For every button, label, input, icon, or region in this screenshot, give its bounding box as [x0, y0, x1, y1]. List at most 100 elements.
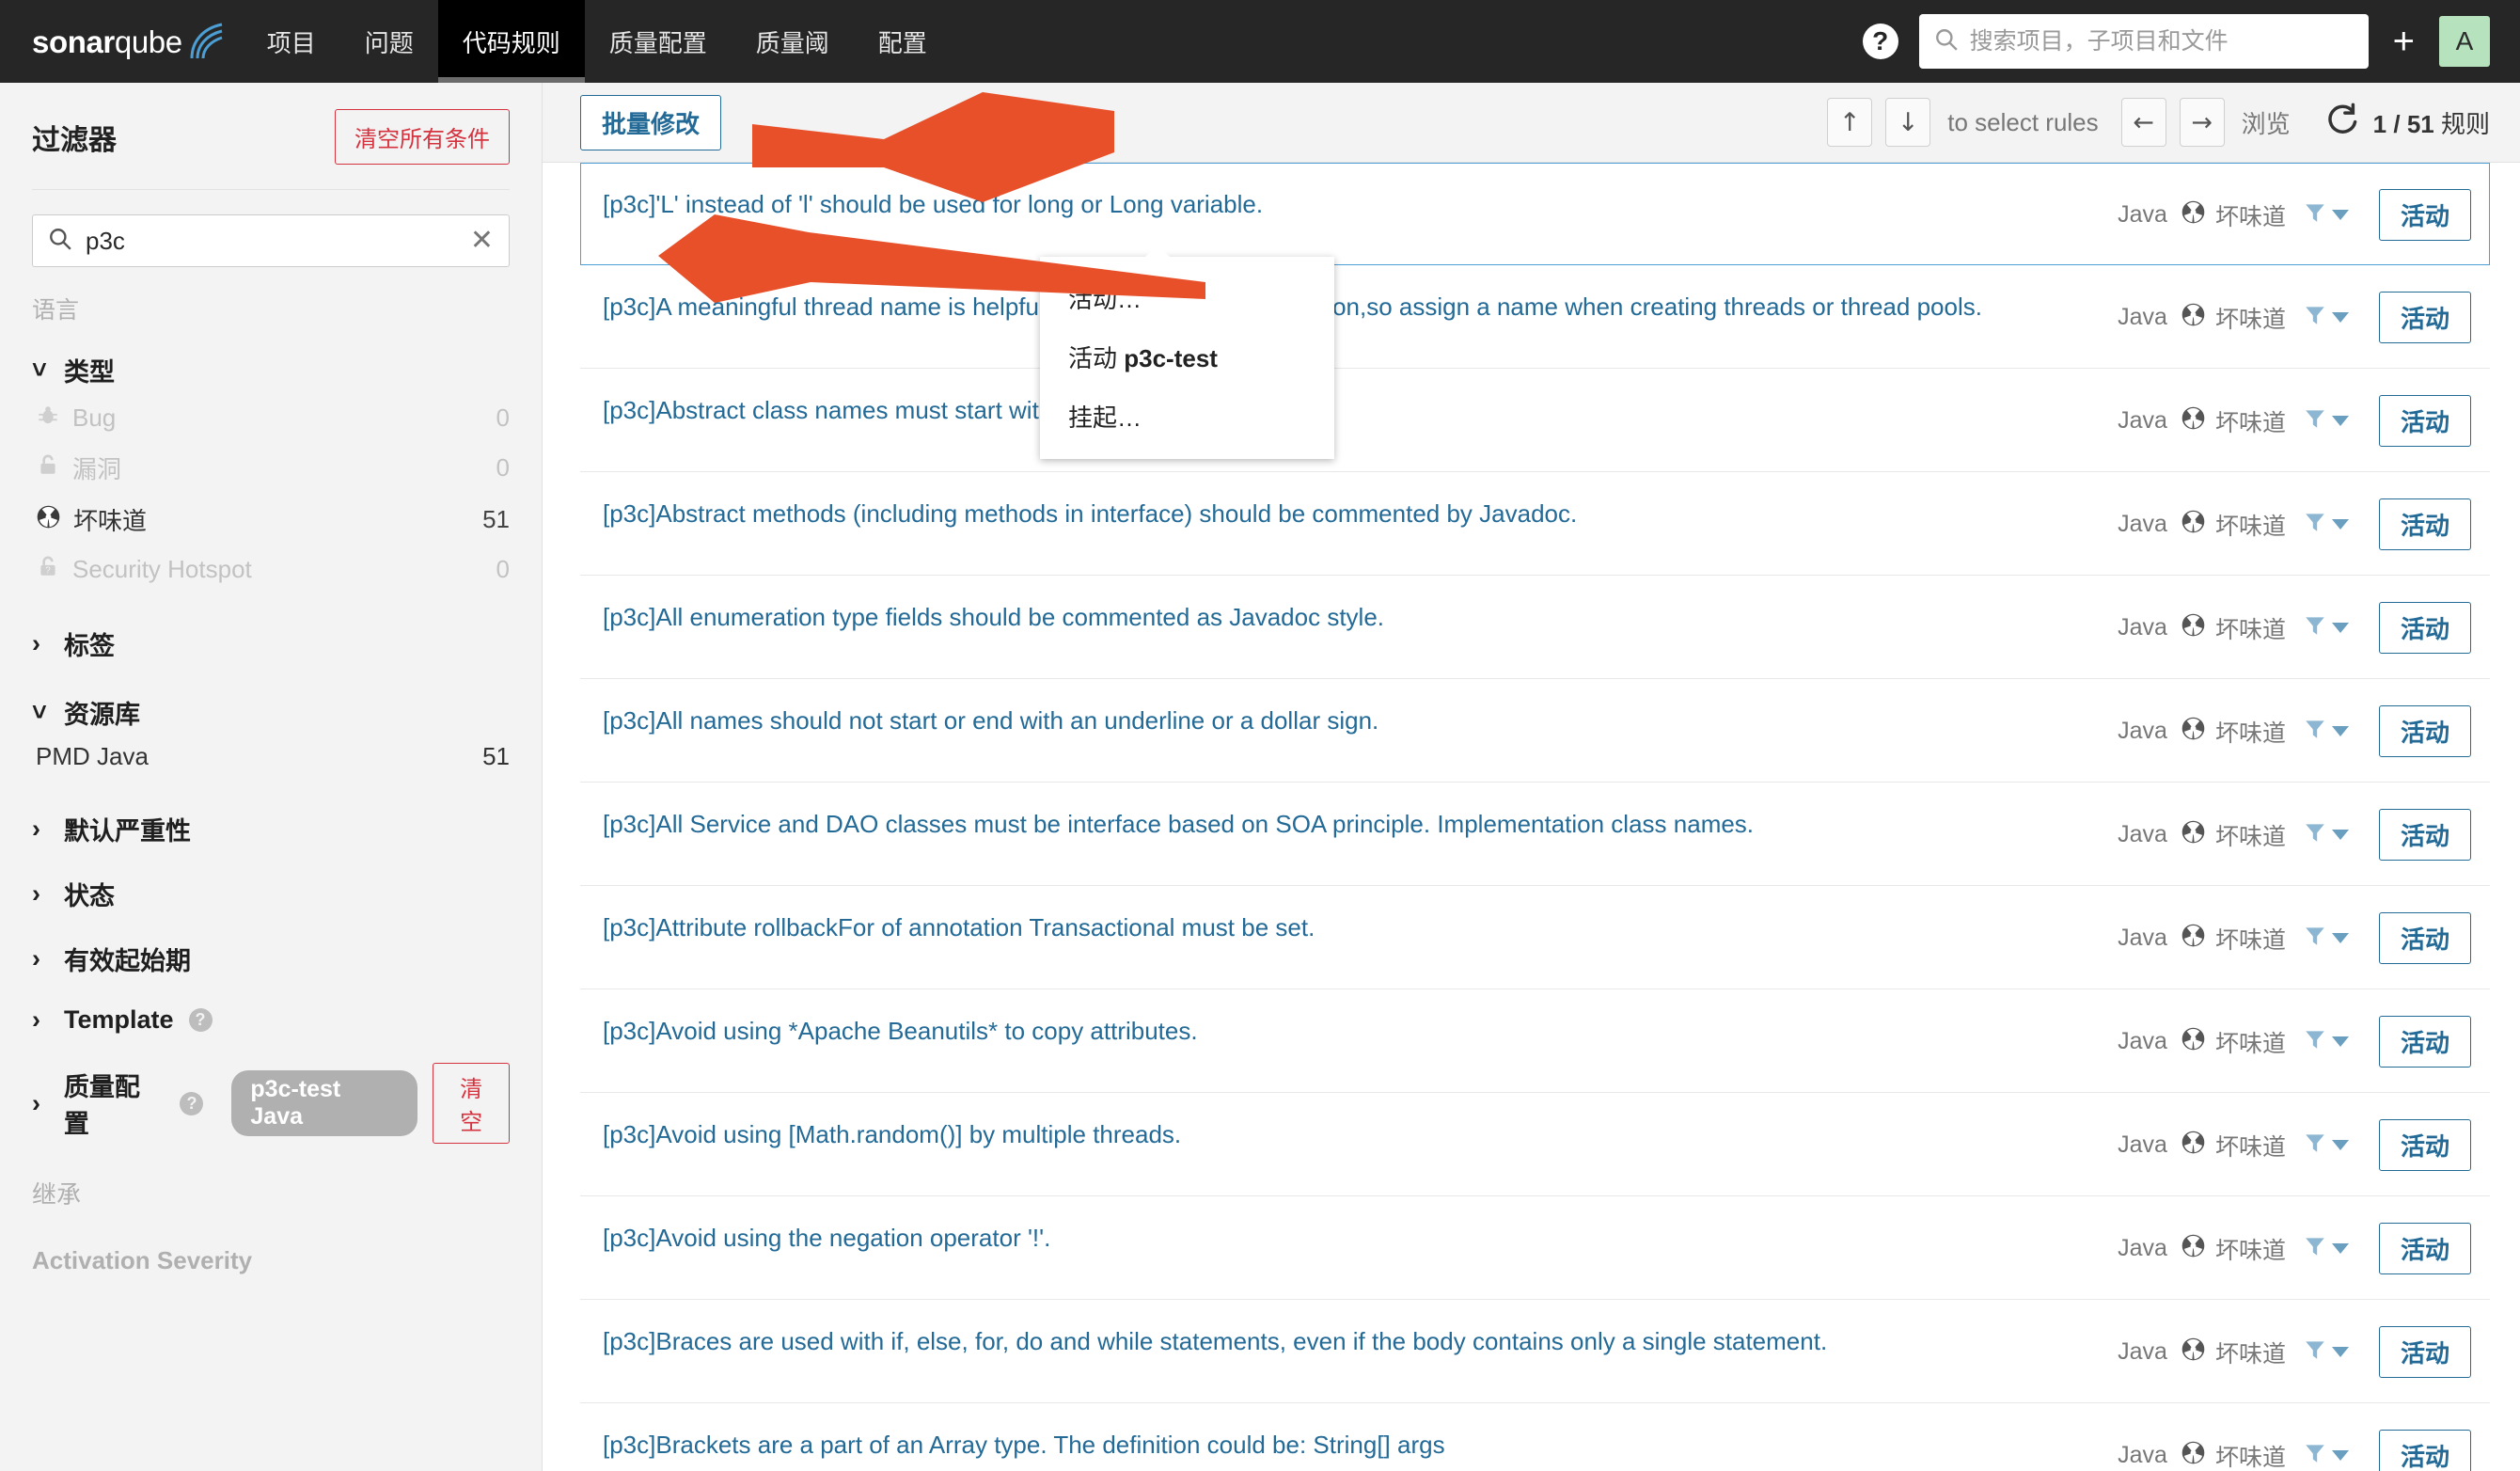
facet-item-vulnerability[interactable]: 漏洞 0 [32, 442, 510, 494]
activate-rule-button[interactable]: 活动 [2379, 395, 2471, 447]
rule-row[interactable]: [p3c]All names should not start or end w… [580, 679, 2490, 783]
rule-row[interactable]: [p3c]'L' instead of 'l' should be used f… [580, 163, 2490, 265]
activate-rule-button[interactable]: 活动 [2379, 809, 2471, 861]
clear-all-filters-button[interactable]: 清空所有条件 [335, 109, 510, 165]
rule-filter-dropdown[interactable] [2303, 1234, 2349, 1263]
rule-title-link[interactable]: [p3c]Avoid using *Apache Beanutils* to c… [603, 1014, 2118, 1049]
facet-header-template[interactable]: › Template ? [32, 1005, 510, 1035]
facet-header-default-severity[interactable]: › 默认严重性 [32, 811, 510, 847]
facet-header-tags[interactable]: › 标签 [32, 625, 510, 662]
activate-rule-button[interactable]: 活动 [2379, 1119, 2471, 1171]
clear-quality-profile-button[interactable]: 清空 [433, 1063, 510, 1144]
key-left-icon[interactable]: ← [2121, 98, 2166, 147]
menu-item-activate-p3c-test[interactable]: 活动 p3c-test [1040, 327, 1334, 387]
rule-filter-dropdown[interactable] [2303, 613, 2349, 642]
rules-search-input[interactable] [84, 226, 459, 257]
rule-filter-dropdown[interactable] [2303, 1337, 2349, 1367]
key-right-icon[interactable]: → [2180, 98, 2225, 147]
rule-row[interactable]: [p3c]Attribute rollbackFor of annotation… [580, 886, 2490, 989]
rule-filter-dropdown[interactable] [2303, 1441, 2349, 1470]
rule-type: 坏味道 [2181, 1439, 2286, 1471]
key-down-icon[interactable]: ↓ [1885, 98, 1930, 147]
rule-filter-dropdown[interactable] [2303, 717, 2349, 746]
rule-row[interactable]: [p3c]Abstract methods (including methods… [580, 472, 2490, 576]
activate-rule-button[interactable]: 活动 [2379, 705, 2471, 757]
global-search-input[interactable] [1968, 27, 2354, 56]
rule-filter-dropdown[interactable] [2303, 510, 2349, 539]
nav-item-rules[interactable]: 代码规则 [438, 0, 585, 83]
activate-rule-button[interactable]: 活动 [2379, 912, 2471, 964]
facet-item-security-hotspot[interactable]: ? Security Hotspot 0 [32, 546, 510, 593]
facet-item-bug[interactable]: Bug 0 [32, 394, 510, 442]
rule-filter-dropdown[interactable] [2303, 1027, 2349, 1056]
facet-header-type[interactable]: ˅ 类型 [32, 352, 510, 388]
rule-row[interactable]: [p3c]Brackets are a part of an Array typ… [580, 1403, 2490, 1471]
rule-filter-dropdown[interactable] [2303, 200, 2349, 229]
bulk-change-button[interactable]: 批量修改 [580, 95, 721, 150]
user-avatar[interactable]: A [2439, 16, 2490, 67]
key-up-icon[interactable]: ↑ [1827, 98, 1872, 147]
help-icon[interactable]: ? [1863, 24, 1898, 59]
rule-title-link[interactable]: [p3c]Brackets are a part of an Array typ… [603, 1428, 2118, 1463]
rule-title-link[interactable]: [p3c]A meaningful thread name is helpful… [603, 290, 2118, 324]
activate-rule-button[interactable]: 活动 [2379, 1223, 2471, 1274]
activate-rule-button[interactable]: 活动 [2379, 292, 2471, 343]
add-new-button[interactable]: + [2389, 23, 2418, 60]
rules-count-separator: / [2393, 110, 2400, 138]
rule-filter-dropdown[interactable] [2303, 924, 2349, 953]
rule-title-link[interactable]: [p3c]Abstract methods (including methods… [603, 497, 2118, 531]
rule-filter-dropdown[interactable] [2303, 1131, 2349, 1160]
rule-title-link[interactable]: [p3c]Braces are used with if, else, for,… [603, 1324, 2118, 1359]
activate-rule-button[interactable]: 活动 [2379, 498, 2471, 550]
rule-row[interactable]: [p3c]All enumeration type fields should … [580, 576, 2490, 679]
activate-rule-button[interactable]: 活动 [2379, 1326, 2471, 1378]
facet-item-code-smell[interactable]: 坏味道 51 [32, 494, 510, 546]
rule-row[interactable]: [p3c]A meaningful thread name is helpful… [580, 265, 2490, 369]
facet-header-status[interactable]: › 状态 [32, 876, 510, 912]
nav-item-administration[interactable]: 配置 [854, 0, 952, 83]
rule-filter-dropdown[interactable] [2303, 303, 2349, 332]
rule-title-link[interactable]: [p3c]Attribute rollbackFor of annotation… [603, 910, 2118, 945]
nav-item-issues[interactable]: 问题 [340, 0, 438, 83]
activate-rule-button[interactable]: 活动 [2379, 1430, 2471, 1471]
rule-row[interactable]: [p3c]Braces are used with if, else, for,… [580, 1300, 2490, 1403]
menu-item-deactivate[interactable]: 挂起… [1040, 387, 1334, 446]
activate-rule-button[interactable]: 活动 [2379, 602, 2471, 654]
clear-search-icon[interactable]: ✕ [470, 227, 494, 255]
activate-rule-button[interactable]: 活动 [2379, 189, 2471, 241]
rule-title-link[interactable]: [p3c]Avoid using the negation operator '… [603, 1221, 2118, 1256]
reload-icon[interactable] [2324, 103, 2360, 143]
facet-header-repository[interactable]: ˅ 资源库 [32, 694, 510, 731]
rule-title-link[interactable]: [p3c]'L' instead of 'l' should be used f… [603, 187, 2118, 222]
activate-rule-button[interactable]: 活动 [2379, 1016, 2471, 1068]
facet-header-quality-profile[interactable]: › 质量配置 ? p3c-test Java 清空 [32, 1063, 510, 1144]
rule-row[interactable]: [p3c]Avoid using the negation operator '… [580, 1196, 2490, 1300]
nav-item-quality-gates[interactable]: 质量阈 [732, 0, 854, 83]
rule-title-link[interactable]: [p3c]All enumeration type fields should … [603, 600, 2118, 635]
rule-row[interactable]: [p3c]All Service and DAO classes must be… [580, 783, 2490, 886]
sonarqube-logo[interactable]: sonarqube [0, 0, 226, 83]
help-icon[interactable]: ? [189, 1008, 213, 1032]
rule-row[interactable]: [p3c]Avoid using *Apache Beanutils* to c… [580, 989, 2490, 1093]
chevron-right-icon: › [32, 1005, 49, 1035]
select-rules-hint: to select rules [1947, 108, 2098, 137]
rule-row[interactable]: [p3c]Abstract class names must start wit… [580, 369, 2490, 472]
rule-filter-dropdown[interactable] [2303, 406, 2349, 435]
rule-title-link[interactable]: [p3c]Abstract class names must start wit… [603, 393, 2118, 428]
rule-row[interactable]: [p3c]Avoid using [Math.random()] by mult… [580, 1093, 2490, 1196]
nav-item-quality-profiles[interactable]: 质量配置 [585, 0, 732, 83]
rule-filter-dropdown[interactable] [2303, 820, 2349, 849]
facet-item-pmd-java[interactable]: PMD Java 51 [32, 731, 510, 783]
rules-search-box[interactable]: ✕ [32, 214, 510, 267]
help-icon[interactable]: ? [180, 1092, 203, 1115]
menu-item-activate[interactable]: 活动… [1040, 268, 1334, 327]
nav-item-projects[interactable]: 项目 [243, 0, 340, 83]
rule-title-link[interactable]: [p3c]All names should not start or end w… [603, 704, 2118, 738]
global-search-box[interactable] [1919, 14, 2369, 69]
rule-type-label: 坏味道 [2215, 922, 2286, 956]
facet-header-available-since[interactable]: › 有效起始期 [32, 941, 510, 977]
quality-profile-chip[interactable]: p3c-test Java [231, 1070, 417, 1136]
rule-title-link[interactable]: [p3c]All Service and DAO classes must be… [603, 807, 2118, 842]
rule-title-link[interactable]: [p3c]Avoid using [Math.random()] by mult… [603, 1117, 2118, 1152]
code-smell-icon [2181, 509, 2206, 541]
